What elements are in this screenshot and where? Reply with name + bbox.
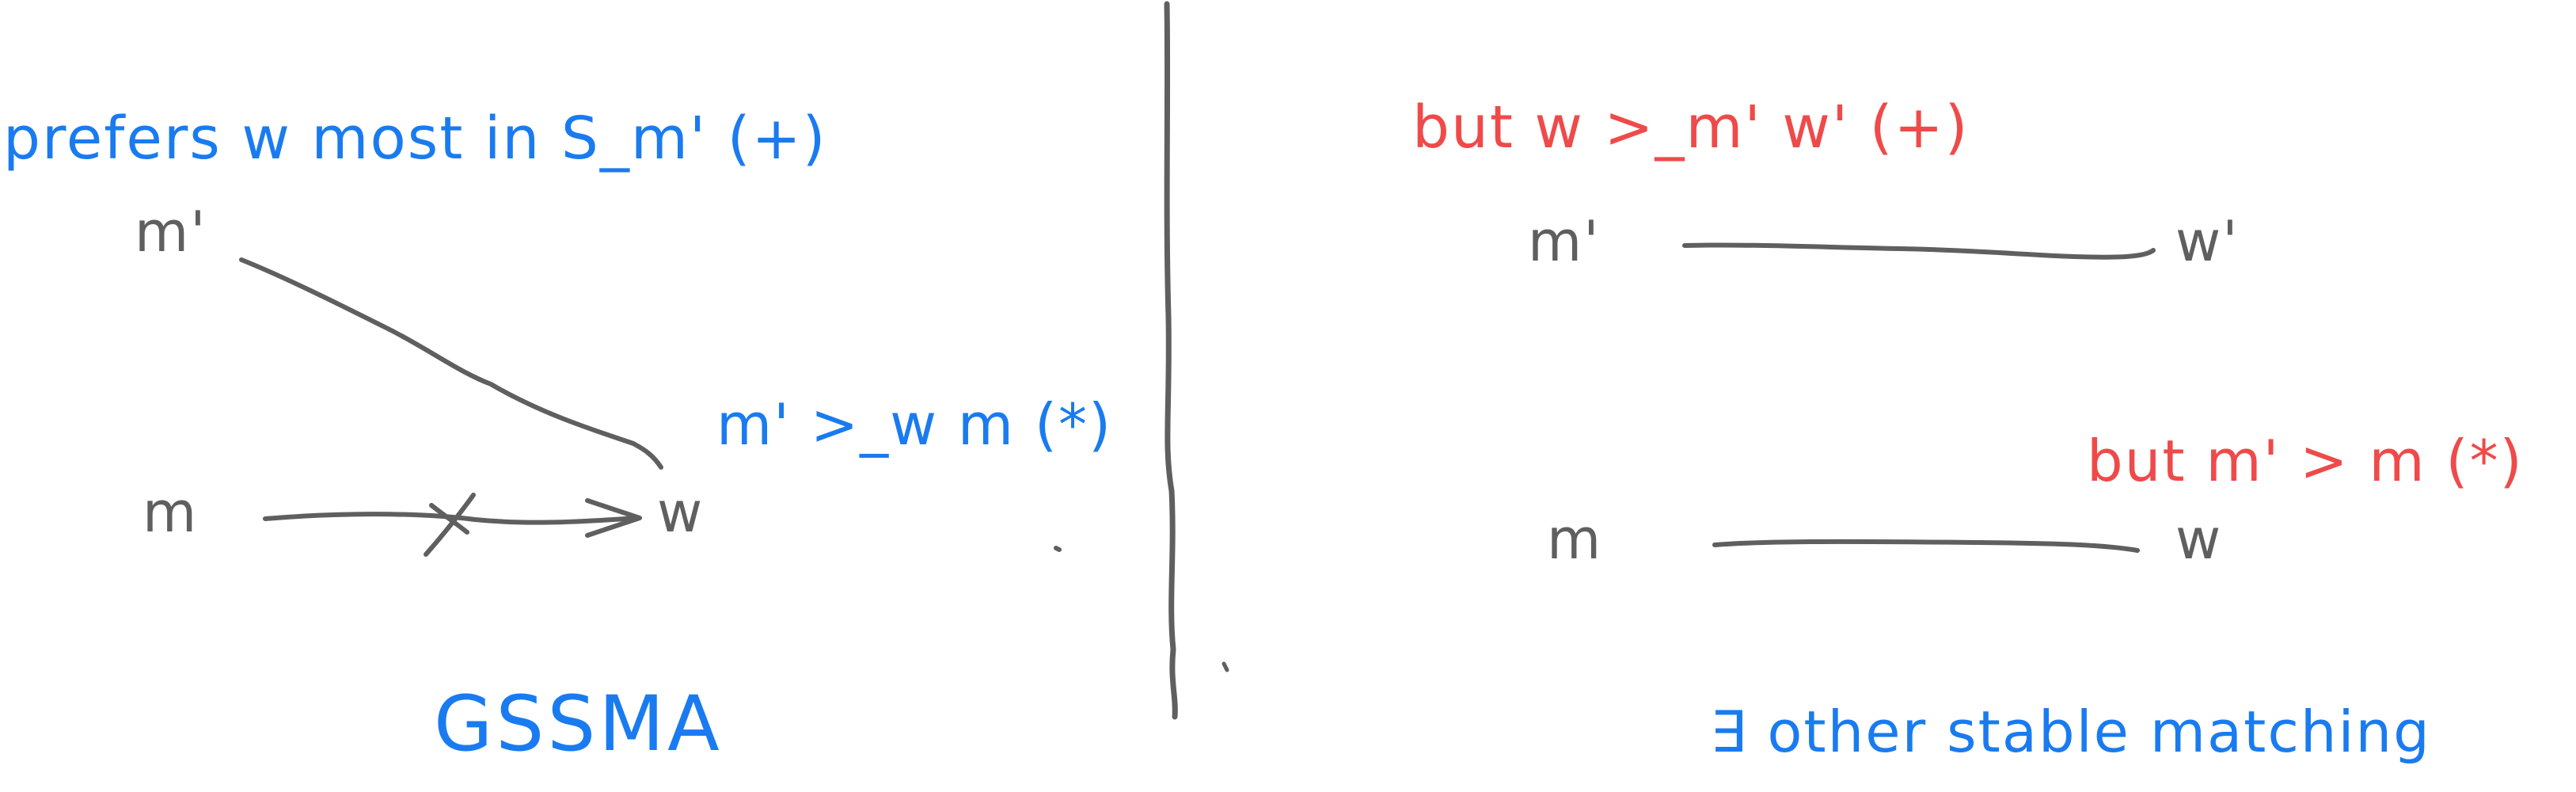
edge-m-w (1712, 539, 2140, 553)
edge-mprime-wprime (1682, 242, 2156, 260)
right-note-woman-preference: but m' > m (*) (2087, 428, 2524, 494)
left-node-m: m (142, 480, 199, 545)
left-note-preference: prefers w most in S_m' (+) (3, 105, 827, 173)
stray-dot (1222, 661, 1229, 672)
right-node-m: m (1547, 507, 1603, 572)
left-node-m-prime: m' (135, 200, 207, 265)
right-node-w: w (2175, 507, 2223, 572)
left-caption-gssma: GSSMA (434, 680, 723, 768)
center-divider-line (1164, 1, 1178, 720)
cross-out-mark (424, 493, 476, 557)
left-note-woman-preference: m' >_w m (*) (716, 391, 1113, 458)
left-node-w: w (657, 480, 705, 545)
right-caption-other-stable-matching: ∃ other stable matching (1710, 699, 2431, 765)
stray-dot (1054, 546, 1062, 552)
right-node-w-prime: w' (2175, 209, 2240, 274)
right-note-man-preference: but w >_m' w' (+) (1412, 93, 1970, 162)
edge-mprime-w (239, 257, 663, 470)
right-node-m-prime: m' (1528, 209, 1601, 274)
